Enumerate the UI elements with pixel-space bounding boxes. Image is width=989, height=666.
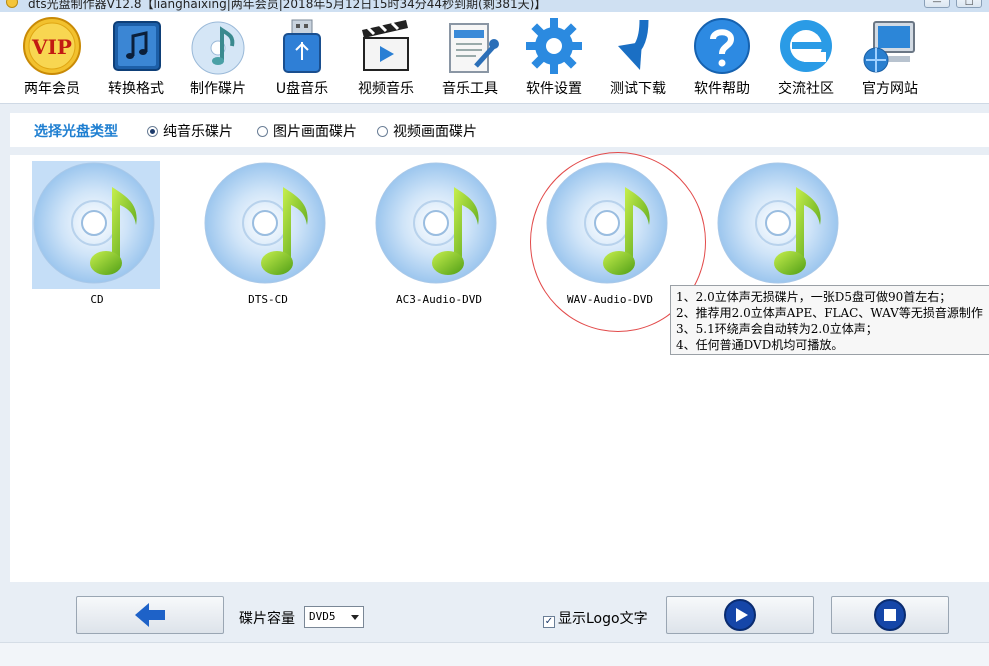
- chevron-down-icon: [351, 615, 359, 620]
- tooltip-line: 1、2.0立体声无损碟片，一张D5盘可做90首左右；: [676, 290, 952, 304]
- usb-drive-icon: [283, 19, 321, 73]
- play-button[interactable]: [666, 596, 814, 634]
- disc-music-icon: [191, 21, 245, 75]
- clapperboard-play-icon: [362, 20, 409, 71]
- app-window: dts光盘制作器V12.8【lianghaixing|两年会员|2018年5月1…: [0, 0, 989, 666]
- format-ac3-audio-dvd[interactable]: AC3-Audio-DVD: [374, 159, 504, 309]
- toolbar-community[interactable]: 交流社区: [768, 16, 844, 102]
- title-bar: dts光盘制作器V12.8【lianghaixing|两年会员|2018年5月1…: [0, 0, 989, 12]
- capacity-select[interactable]: DVD5: [304, 606, 364, 628]
- toolbar-label: 两年会员: [24, 81, 80, 97]
- format-label: DTS-CD: [248, 293, 288, 306]
- toolbar-label: 软件设置: [526, 81, 582, 97]
- tooltip-line: 3、5.1环绕声会自动转为2.0立体声；: [676, 322, 878, 336]
- disc-music-icon: [546, 162, 668, 284]
- back-arrow-icon: [135, 603, 165, 627]
- toolbar-label: 交流社区: [778, 81, 834, 97]
- format-label: WAV-Audio-DVD: [566, 293, 654, 306]
- toolbar-label: 官方网站: [862, 81, 918, 97]
- disc-music-icon: [375, 162, 497, 284]
- play-icon: [724, 599, 756, 631]
- toolbar-label: 制作碟片: [190, 81, 246, 97]
- radio-dot-icon: [257, 126, 268, 137]
- toolbar-make-disc[interactable]: 制作碟片: [180, 16, 256, 102]
- capacity-label: 碟片容量: [239, 611, 295, 627]
- status-bar: [0, 642, 989, 666]
- format-dts-cd[interactable]: DTS-CD: [203, 159, 333, 309]
- app-icon: [6, 0, 18, 8]
- radio-dot-icon: [377, 126, 388, 137]
- format-cd[interactable]: CD: [32, 159, 162, 309]
- toolbar-video-music[interactable]: 视频音乐: [348, 16, 424, 102]
- window-title: dts光盘制作器V12.8【lianghaixing|两年会员|2018年5月1…: [28, 0, 547, 11]
- disc-music-icon: [717, 162, 839, 284]
- music-note-square-icon: [113, 21, 161, 71]
- ie-browser-icon: [780, 20, 832, 72]
- stop-button[interactable]: [831, 596, 949, 634]
- toolbar-official-site[interactable]: 官方网站: [852, 16, 928, 102]
- gear-icon: [526, 18, 582, 74]
- toolbar-convert-format[interactable]: 转换格式: [98, 16, 174, 102]
- toolbar-label: 转换格式: [108, 81, 164, 97]
- toolbar-usb-music[interactable]: U盘音乐: [264, 16, 340, 102]
- help-question-icon: [694, 18, 750, 74]
- disc-music-icon: [204, 162, 326, 284]
- back-button[interactable]: [76, 596, 224, 634]
- radio-pure-music[interactable]: 纯音乐碟片: [147, 121, 233, 141]
- show-logo-checkbox[interactable]: ✓ 显示Logo文字: [543, 608, 648, 628]
- toolbar-label: 视频音乐: [358, 81, 414, 97]
- main-toolbar: VIP 两年会员 转换格式 制作碟片 U盘音乐 视频音乐 音乐工具 软件设置 测…: [0, 12, 989, 104]
- toolbar-label: U盘音乐: [275, 81, 329, 97]
- tools-document-icon: [449, 23, 499, 73]
- minimize-button[interactable]: —: [924, 0, 950, 8]
- toolbar-music-tools[interactable]: 音乐工具: [432, 16, 508, 102]
- toolbar-label: 软件帮助: [694, 81, 750, 97]
- toolbar-label: 测试下载: [610, 81, 666, 97]
- tooltip-line: 2、推荐用2.0立体声APE、FLAC、WAV等无损音源制作: [676, 306, 983, 320]
- radio-video-disc[interactable]: 视频画面碟片: [377, 121, 477, 141]
- checkmark-icon: ✓: [543, 616, 555, 628]
- maximize-button[interactable]: □: [956, 0, 982, 8]
- bottom-bar: 碟片容量 DVD5 ✓ 显示Logo文字: [0, 582, 989, 642]
- format-tooltip: 1、2.0立体声无损碟片，一张D5盘可做90首左右； 2、推荐用2.0立体声AP…: [670, 285, 989, 355]
- disc-type-title: 选择光盘类型: [34, 124, 118, 140]
- stop-icon: [874, 599, 906, 631]
- format-wav-audio-dvd[interactable]: WAV-Audio-DVD: [545, 159, 675, 309]
- format-grid: CD DTS-CD AC3-Audio-DVD WAV-Audio-DVD 1、…: [10, 152, 989, 582]
- disc-music-icon: [33, 162, 155, 284]
- vip-badge-icon: VIP: [23, 17, 81, 75]
- disc-type-bar: 选择光盘类型 纯音乐碟片 图片画面碟片 视频画面碟片: [10, 113, 989, 147]
- toolbar-help[interactable]: 软件帮助: [684, 16, 760, 102]
- toolbar-vip[interactable]: VIP 两年会员: [14, 16, 90, 102]
- format-label: CD: [90, 293, 104, 306]
- download-arrow-icon: [618, 19, 649, 70]
- svg-text:VIP: VIP: [31, 35, 72, 59]
- tooltip-line: 4、任何普通DVD机均可播放。: [676, 338, 844, 352]
- computer-globe-icon: [863, 21, 915, 73]
- toolbar-test-download[interactable]: 测试下载: [600, 16, 676, 102]
- format-label: AC3-Audio-DVD: [395, 293, 483, 306]
- toolbar-label: 音乐工具: [442, 81, 498, 97]
- radio-dot-icon: [147, 126, 158, 137]
- radio-picture-disc[interactable]: 图片画面碟片: [257, 121, 357, 141]
- toolbar-settings[interactable]: 软件设置: [516, 16, 592, 102]
